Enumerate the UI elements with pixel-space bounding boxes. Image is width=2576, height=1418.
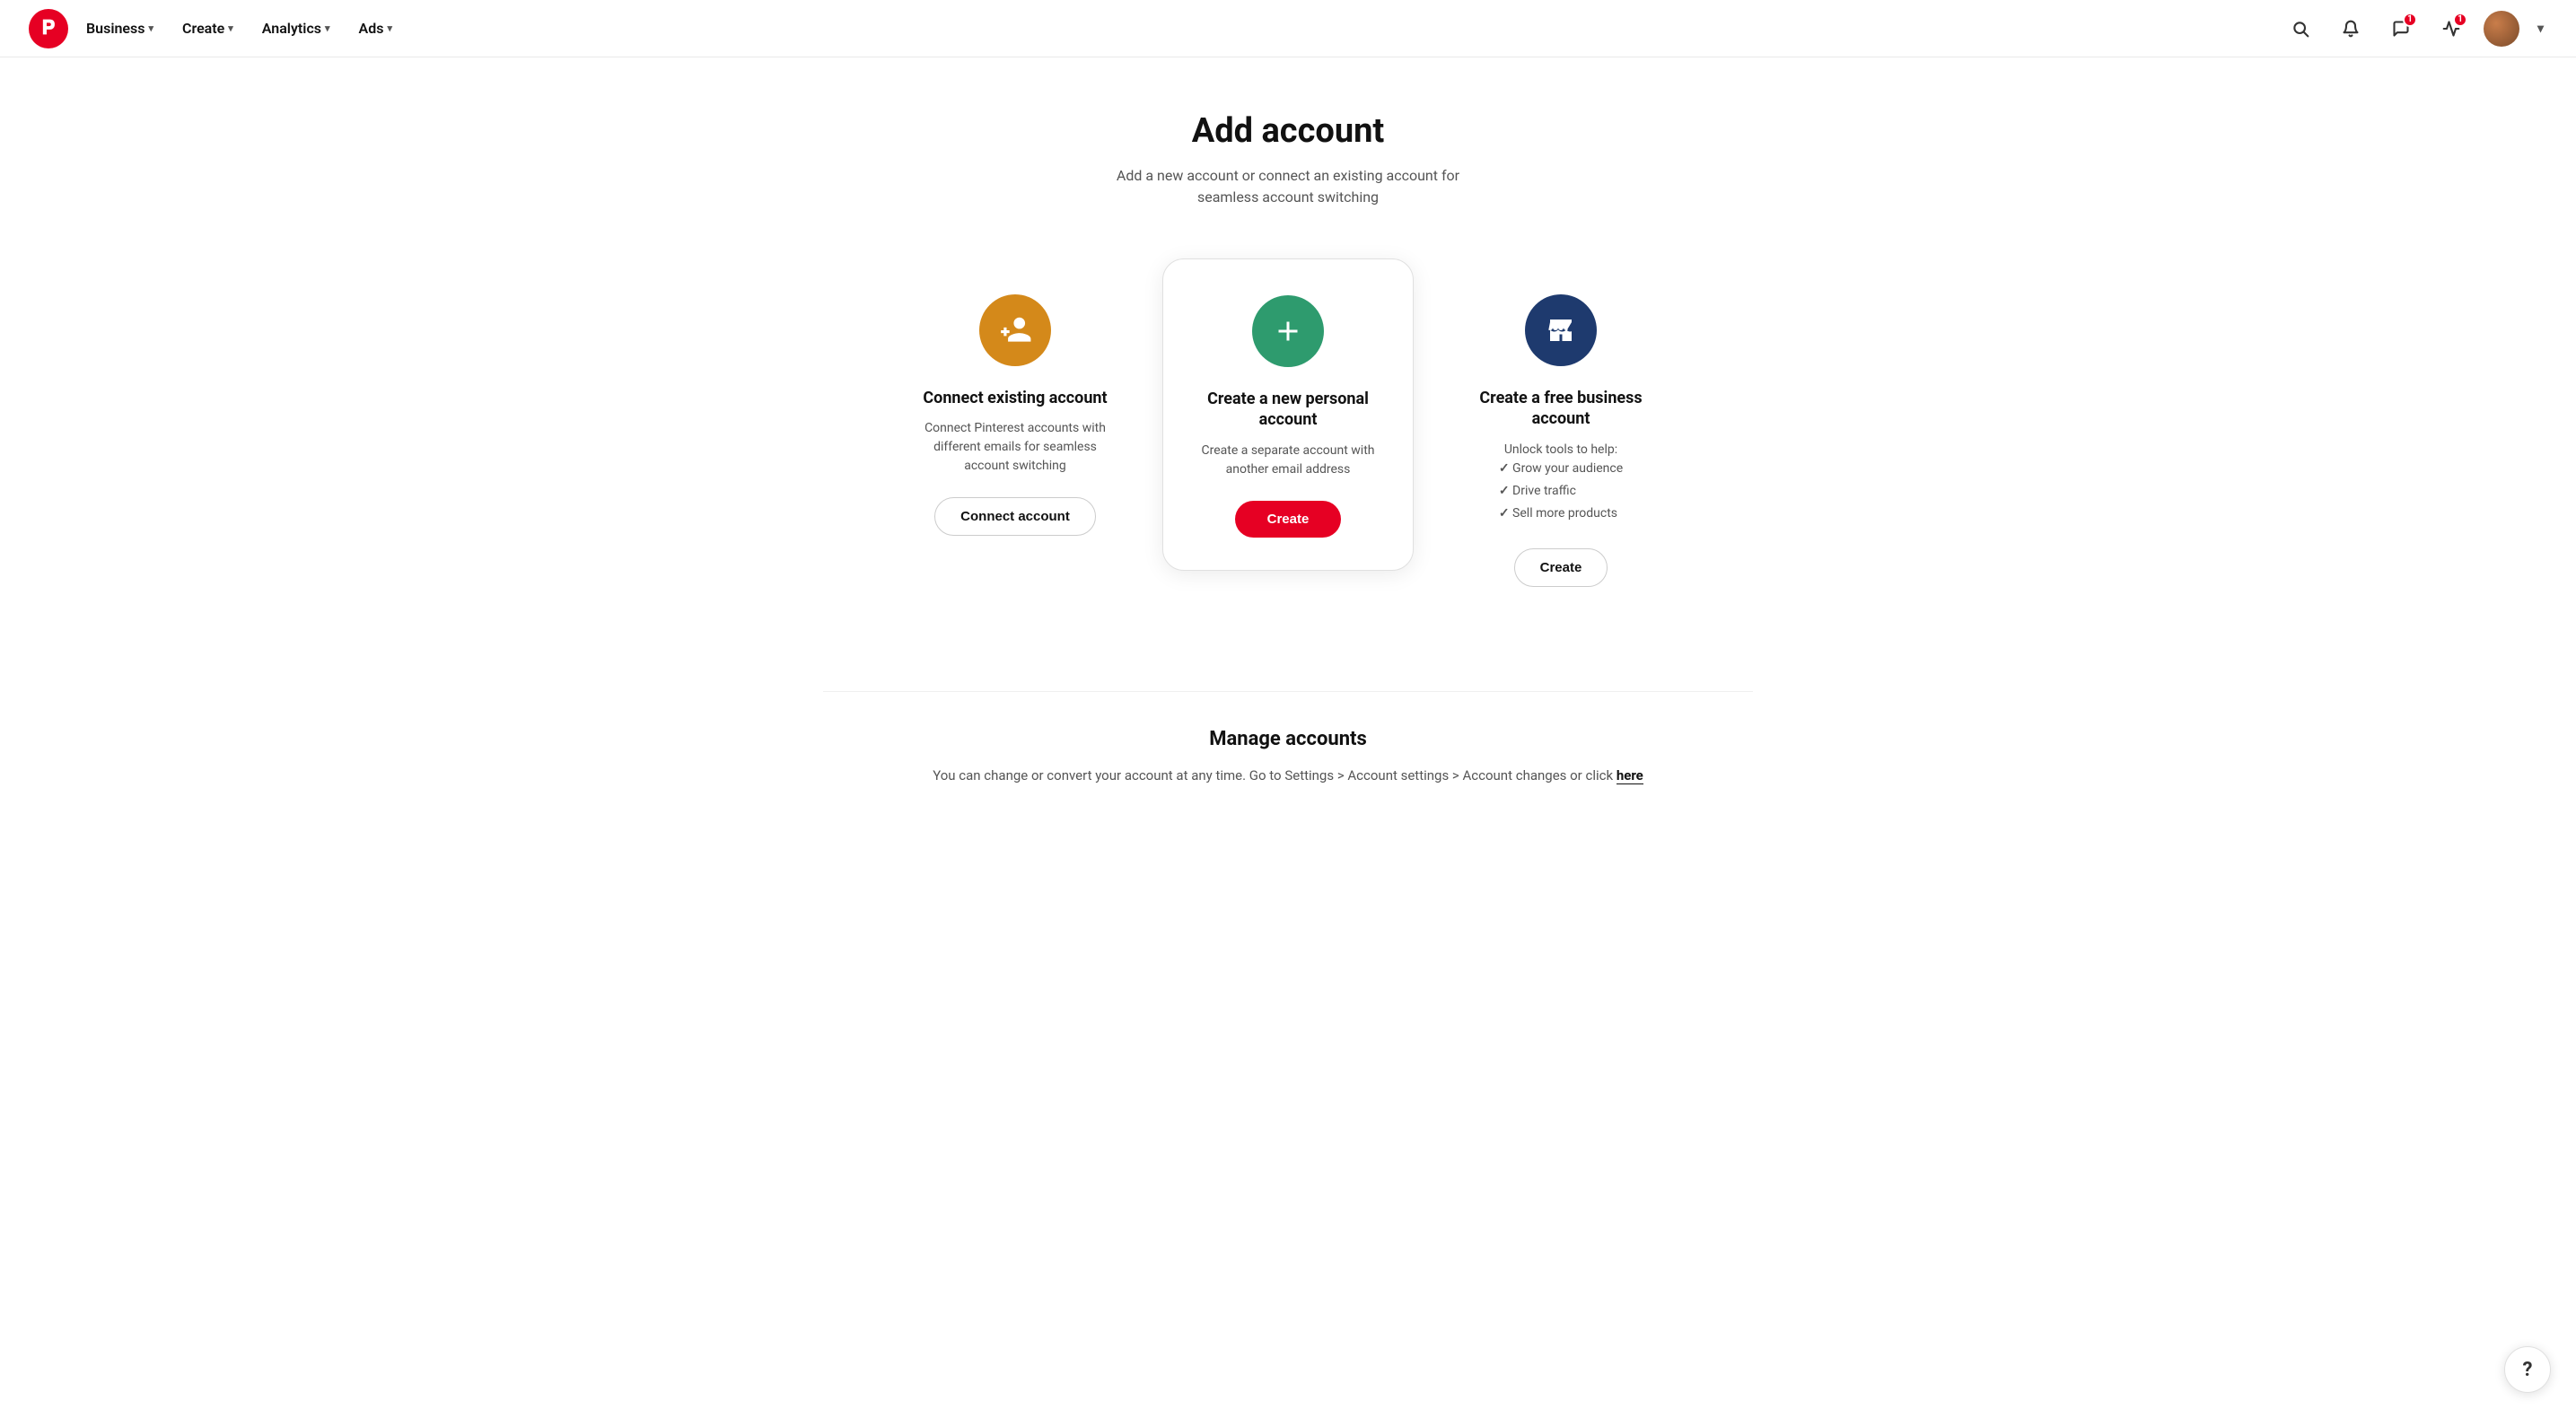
manage-title: Manage accounts	[823, 728, 1753, 750]
bell-icon	[2342, 20, 2360, 38]
create-business-desc: Unlock tools to help: Grow your audience…	[1499, 441, 1623, 527]
store-icon	[1525, 294, 1597, 366]
business-desc-prefix: Unlock tools to help:	[1504, 442, 1617, 457]
user-avatar[interactable]	[2484, 11, 2519, 47]
notifications-button[interactable]	[2333, 11, 2369, 47]
business-feature-3: Sell more products	[1499, 504, 1623, 523]
nav-business-chevron: ▾	[148, 22, 153, 34]
navigation: 𝐏 Business ▾ Create ▾ Analytics ▾ Ads ▾	[0, 0, 2576, 57]
create-business-button[interactable]: Create	[1514, 548, 1608, 587]
main-content: Add account Add a new account or connect…	[794, 57, 1782, 840]
manage-description: You can change or convert your account a…	[823, 765, 1753, 786]
help-label: ?	[2523, 1359, 2533, 1381]
nav-item-ads[interactable]: Ads ▾	[348, 13, 403, 44]
connect-account-button[interactable]: Connect account	[934, 497, 1096, 536]
plus-svg	[1272, 315, 1304, 347]
nav-item-analytics[interactable]: Analytics ▾	[251, 13, 341, 44]
nav-more-chevron: ▾	[2537, 22, 2544, 36]
nav-right: 1 1 ▾	[2282, 11, 2547, 47]
business-feature-1: Grow your audience	[1499, 460, 1623, 478]
connect-existing-title: Connect existing account	[923, 388, 1107, 408]
connect-existing-card: Connect existing account Connect Pintere…	[889, 258, 1141, 568]
nav-business-label: Business	[86, 20, 145, 37]
store-svg	[1545, 314, 1577, 346]
messages-button[interactable]: 1	[2383, 11, 2419, 47]
create-personal-button[interactable]: Create	[1235, 501, 1342, 538]
activity-button[interactable]: 1	[2433, 11, 2469, 47]
create-business-title: Create a free business account	[1464, 388, 1658, 430]
messages-badge: 1	[2403, 13, 2417, 27]
page-title: Add account	[823, 111, 1753, 151]
manage-section: Manage accounts You can change or conver…	[823, 691, 1753, 786]
create-personal-desc: Create a separate account with another e…	[1192, 442, 1384, 479]
nav-ads-chevron: ▾	[387, 22, 392, 34]
nav-ads-label: Ads	[359, 20, 384, 37]
business-features-list: Grow your audience Drive traffic Sell mo…	[1499, 460, 1623, 523]
page-subtitle: Add a new account or connect an existing…	[823, 165, 1753, 208]
options-row: Connect existing account Connect Pintere…	[823, 258, 1753, 619]
plus-icon	[1252, 295, 1324, 367]
nav-item-business[interactable]: Business ▾	[75, 13, 164, 44]
nav-left: 𝐏 Business ▾ Create ▾ Analytics ▾ Ads ▾	[29, 9, 403, 48]
pinterest-p-letter: 𝐏	[42, 17, 56, 39]
nav-more-button[interactable]: ▾	[2534, 18, 2547, 39]
pinterest-logo[interactable]: 𝐏	[29, 9, 68, 48]
manage-here-link[interactable]: here	[1617, 767, 1643, 784]
search-button[interactable]	[2282, 11, 2318, 47]
connect-existing-desc: Connect Pinterest accounts with differen…	[918, 419, 1112, 476]
nav-create-chevron: ▾	[228, 22, 233, 34]
create-personal-card: Create a new personal account Create a s…	[1162, 258, 1414, 571]
help-button[interactable]: ?	[2504, 1346, 2551, 1393]
activity-badge: 1	[2453, 13, 2467, 27]
create-business-card: Create a free business account Unlock to…	[1435, 258, 1687, 619]
nav-analytics-label: Analytics	[262, 20, 321, 37]
add-person-icon	[979, 294, 1051, 366]
nav-item-create[interactable]: Create ▾	[171, 13, 244, 44]
nav-analytics-chevron: ▾	[325, 22, 330, 34]
avatar-image	[2484, 11, 2519, 47]
add-person-svg	[998, 313, 1032, 347]
nav-create-label: Create	[182, 20, 224, 37]
business-feature-2: Drive traffic	[1499, 482, 1623, 501]
create-personal-title: Create a new personal account	[1192, 389, 1384, 431]
search-icon	[2291, 20, 2309, 38]
